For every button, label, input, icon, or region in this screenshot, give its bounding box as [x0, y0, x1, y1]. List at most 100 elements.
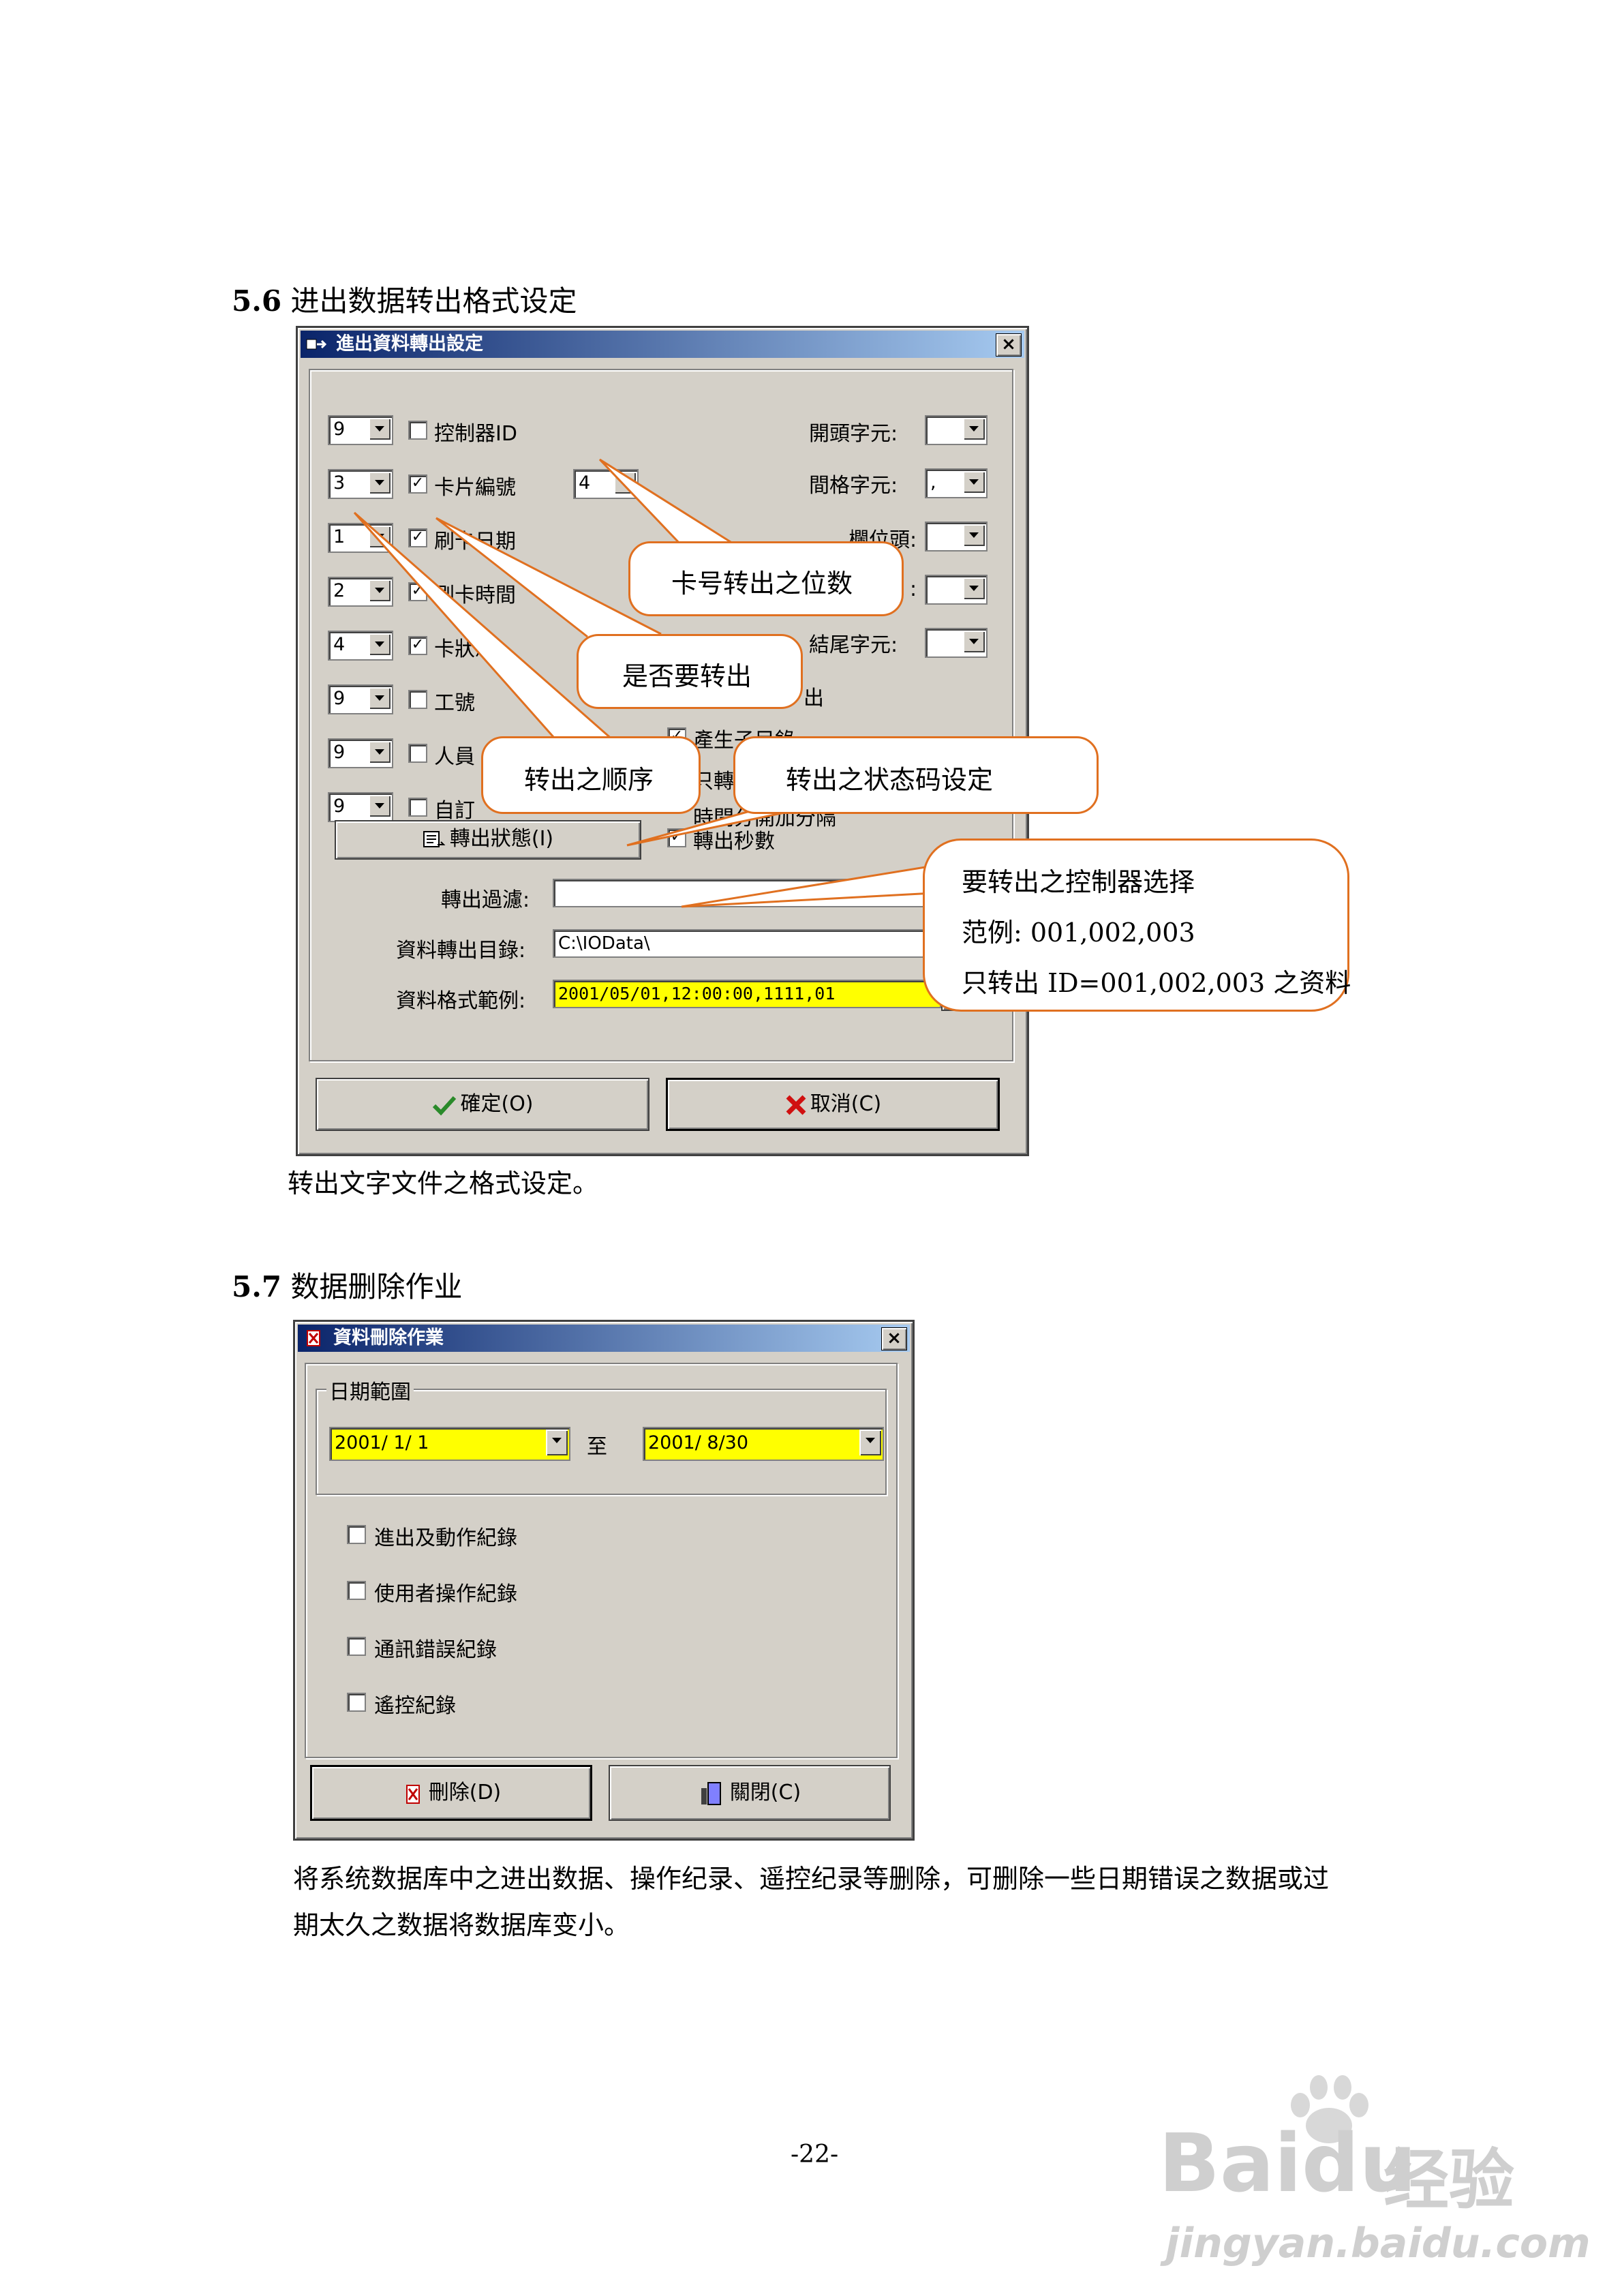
chevron-down-icon[interactable]	[369, 472, 391, 494]
close-button[interactable]: 關閉(C)	[609, 1765, 891, 1821]
callout-controller-line1: 要转出之控制器选择	[962, 867, 1195, 897]
date-from-value: 2001/ 1/ 1	[335, 1432, 429, 1453]
field-checkbox[interactable]	[408, 690, 427, 709]
end-char-label: 結尾字元:	[809, 633, 898, 657]
order-combo[interactable]: 9	[328, 684, 393, 714]
field-checkbox[interactable]: ✓	[408, 528, 427, 547]
delete-option-label: 進出及動作紀錄	[374, 1526, 517, 1550]
chevron-down-icon[interactable]	[369, 687, 391, 709]
baidu-watermark: Baidu 经验 jingyan.baidu.com	[1159, 2072, 1591, 2277]
chevron-down-icon[interactable]	[369, 418, 391, 440]
date-from-picker[interactable]: 2001/ 1/ 1	[329, 1427, 570, 1461]
ok-button[interactable]: 確定(O)	[316, 1078, 649, 1131]
chevron-down-icon[interactable]	[963, 631, 985, 652]
order-value: 9	[333, 742, 346, 763]
delete-description-line1: 将系统数据库中之进出数据、操作纪录、遥控纪录等删除，可删除一些日期错误之数据或过	[293, 1864, 1330, 1894]
order-combo[interactable]: 3	[328, 469, 393, 499]
watermark-url: jingyan.baidu.com	[1165, 2220, 1591, 2267]
delete-description-line2: 期太久之数据将数据库变小。	[293, 1910, 630, 1940]
order-value: 9	[333, 796, 346, 817]
order-value: 3	[333, 472, 346, 494]
export-dialog-title: 進出資料轉出設定	[336, 333, 483, 354]
export-app-icon	[306, 339, 326, 350]
date-to-picker[interactable]: 2001/ 8/30	[643, 1427, 884, 1461]
field-label: 卡狀態	[434, 637, 495, 661]
field-checkbox[interactable]: ✓	[408, 636, 427, 655]
checkmark-icon	[433, 1096, 457, 1115]
col-head-combo[interactable]	[925, 522, 988, 552]
col-tail-combo[interactable]	[925, 575, 988, 605]
chevron-down-icon[interactable]	[369, 526, 391, 547]
watermark-suffix: 经验	[1383, 2142, 1514, 2218]
chevron-down-icon[interactable]	[369, 741, 391, 763]
delete-dialog-titlebar: 資料刪除作業 ×	[298, 1325, 910, 1352]
chevron-down-icon[interactable]	[546, 1430, 568, 1455]
watermark-brand: Baidu	[1159, 2116, 1417, 2210]
delete-label: 刪除(D)	[428, 1781, 502, 1804]
chevron-down-icon[interactable]	[369, 633, 391, 655]
chevron-down-icon[interactable]	[614, 472, 636, 494]
order-combo[interactable]: 9	[328, 738, 393, 768]
field-checkbox[interactable]	[408, 744, 427, 763]
sample-label: 資料格式範例:	[396, 989, 526, 1013]
order-value: 4	[333, 634, 346, 655]
export-dialog-titlebar: 進出資料轉出設定 ×	[301, 331, 1024, 358]
chevron-down-icon[interactable]	[369, 579, 391, 601]
callout-order-text: 转出之顺序	[524, 765, 654, 795]
order-combo[interactable]: 9	[328, 415, 393, 445]
ok-label: 確定(O)	[460, 1092, 534, 1116]
start-char-combo[interactable]	[925, 415, 988, 445]
callout-controller-line3: 只转出 ID=001,002,003 之资料	[962, 968, 1351, 998]
chevron-down-icon[interactable]	[369, 795, 391, 817]
delete-option-checkbox[interactable]	[347, 1581, 366, 1600]
order-combo[interactable]: 4	[328, 631, 393, 661]
close-icon[interactable]: ×	[881, 1327, 907, 1350]
order-combo[interactable]: 9	[328, 792, 393, 822]
filter-input[interactable]	[553, 879, 962, 907]
export-options-panel: 9 控制器ID 3 ✓ 卡片編號 1 ✓ 刷卡日期 2 ✓ 刷卡時間 4 ✓ 卡狀態 9 工號 9 人員 9 自訂 4 …	[309, 369, 1013, 1061]
order-value: 9	[333, 688, 346, 709]
order-combo[interactable]: 1	[328, 523, 393, 553]
field-checkbox[interactable]	[408, 798, 427, 817]
cancel-button[interactable]: 取消(C)	[666, 1078, 1000, 1131]
chevron-down-icon[interactable]	[963, 471, 985, 493]
delete-app-icon	[307, 1330, 320, 1346]
end-char-combo[interactable]	[925, 628, 988, 658]
col-tail-label: :	[910, 577, 917, 601]
field-checkbox[interactable]	[408, 421, 427, 440]
card-digits-combo[interactable]: 4	[573, 469, 639, 499]
date-to-value: 2001/ 8/30	[648, 1432, 749, 1453]
callout-card-digits-text: 卡号转出之位数	[671, 569, 853, 599]
delete-option-label: 使用者操作紀錄	[374, 1582, 517, 1606]
dir-label: 資料轉出目錄:	[396, 939, 526, 963]
trash-icon	[406, 1784, 420, 1804]
field-checkbox[interactable]: ✓	[408, 582, 427, 601]
delete-option-label: 通訊錯誤紀錄	[374, 1638, 497, 1662]
dir-input[interactable]: C:\IOData\	[553, 929, 962, 958]
callout-controller-select: 要转出之控制器选择 范例: 001,002,003 只转出 ID=001,002…	[923, 839, 1351, 1012]
chevron-down-icon[interactable]	[963, 418, 985, 440]
close-icon[interactable]: ×	[996, 333, 1022, 357]
delete-options-panel: 日期範圍 2001/ 1/ 1 至 2001/ 8/30 進出及動作紀錄 使用者操…	[305, 1363, 898, 1758]
field-checkbox[interactable]: ✓	[408, 474, 427, 494]
section-number: 5.6	[232, 284, 282, 318]
page-number: -22-	[791, 2141, 839, 2169]
order-combo[interactable]: 2	[328, 577, 393, 607]
section-number: 5.7	[232, 1270, 282, 1303]
date-range-label: 日期範圍	[326, 1375, 414, 1405]
export-seconds-checkbox[interactable]: ✓	[667, 828, 686, 847]
delete-button[interactable]: 刪除(D)	[310, 1765, 592, 1821]
delete-option-checkbox[interactable]	[347, 1525, 366, 1544]
chevron-down-icon[interactable]	[859, 1430, 881, 1455]
delete-option-checkbox[interactable]	[347, 1693, 366, 1712]
order-value: 2	[333, 580, 346, 601]
chevron-down-icon[interactable]	[963, 577, 985, 599]
chevron-down-icon[interactable]	[963, 524, 985, 546]
delete-option-checkbox[interactable]	[347, 1637, 366, 1656]
option-1-partial: 出	[804, 686, 824, 710]
close-label: 關閉(C)	[729, 1781, 801, 1804]
export-status-button[interactable]: 轉出狀態(I)	[335, 820, 641, 860]
start-char-label: 開頭字元:	[809, 422, 898, 446]
callout-card-digits: 卡号转出之位数	[628, 541, 904, 616]
sep-char-combo[interactable]: ,	[925, 468, 988, 498]
